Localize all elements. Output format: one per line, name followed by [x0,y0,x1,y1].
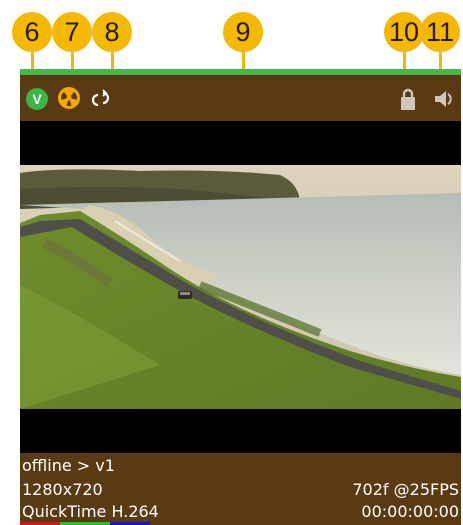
timecode-label: 00:00:00:00 [361,502,459,521]
callout-8: 8 [92,12,132,52]
video-frame [20,165,461,409]
frame-rate-label: 702f @25FPS [352,480,459,499]
source-label: offline > v1 [22,456,115,475]
clip-info: offline > v1 1280x720 702f @25FPS QuickT… [20,453,461,525]
callout-9: 9 [223,12,263,52]
loop-icon[interactable] [90,89,112,109]
callout-7: 7 [52,12,92,52]
speaker-icon[interactable] [432,88,456,110]
viewer-toolbar: V [20,75,461,121]
version-badge[interactable]: V [26,88,48,110]
letterbox-bottom [20,409,461,453]
viewer-panel: V offline > v1 1280x720 702f @25FPS Quic… [20,69,461,525]
callout-11: 11 [420,12,460,52]
codec-label: QuickTime H.264 [22,502,159,521]
nuke-icon[interactable] [57,86,81,110]
lock-icon[interactable] [398,87,418,111]
resolution-label: 1280x720 [22,480,103,499]
letterbox-top [20,121,461,165]
callout-6: 6 [12,12,52,52]
callout-10: 10 [384,12,424,52]
